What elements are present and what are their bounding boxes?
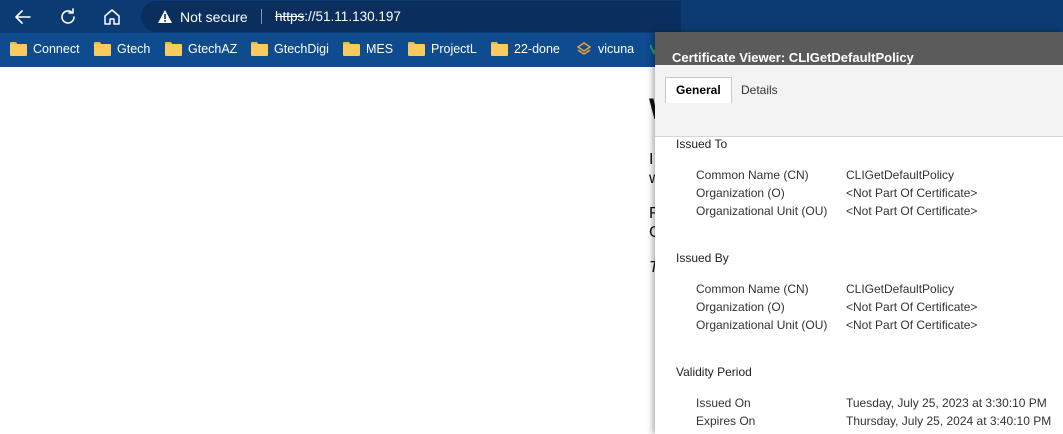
arrow-left-icon xyxy=(15,10,31,24)
folder-icon xyxy=(251,41,268,56)
url-text[interactable]: https://51.11.130.197 xyxy=(275,1,401,32)
security-indicator[interactable]: Not secure xyxy=(157,1,248,32)
issued-to-heading: Issued To xyxy=(676,137,728,151)
browser-toolbar: Not secure https://51.11.130.197 xyxy=(0,0,1063,33)
bookmark-mes[interactable]: MES xyxy=(343,33,393,64)
bookmark-label: 22-done xyxy=(514,41,560,56)
folder-icon xyxy=(343,41,360,56)
bookmark-label: GtechAZ xyxy=(188,41,238,56)
issued-on-label: Issued On xyxy=(696,396,751,410)
bookmark-label: Connect xyxy=(33,41,80,56)
bookmark-gtechaz[interactable]: GtechAZ xyxy=(165,33,237,64)
bookmark-connect[interactable]: Connect xyxy=(10,33,80,64)
bookmark-projectl[interactable]: ProjectL xyxy=(408,33,477,64)
folder-icon xyxy=(94,41,111,56)
back-button[interactable] xyxy=(10,4,36,30)
bookmark-label: MES xyxy=(366,41,394,56)
folder-icon xyxy=(10,41,27,56)
bookmark-gtech[interactable]: Gtech xyxy=(94,33,150,64)
home-icon xyxy=(104,9,120,25)
issued-to-cn-label: Common Name (CN) xyxy=(696,168,809,182)
page-text-fragment: I xyxy=(649,151,654,168)
bookmark-label: Gtech xyxy=(117,41,151,56)
bookmark-22-done[interactable]: 22-done xyxy=(491,33,560,64)
url-host: ://51.11.130.197 xyxy=(304,9,401,24)
issued-to-o-label: Organization (O) xyxy=(696,186,785,200)
dialog-tabstrip: General Details xyxy=(655,65,1063,137)
bookmark-vicuna[interactable]: vicuna xyxy=(576,33,634,64)
warning-icon xyxy=(158,10,172,23)
address-bar[interactable]: Not secure https://51.11.130.197 xyxy=(141,1,681,32)
folder-icon xyxy=(491,41,508,56)
certificate-viewer-dialog: Certificate Viewer: CLIGetDefaultPolicy … xyxy=(655,32,1063,434)
issued-by-cn-label: Common Name (CN) xyxy=(696,282,809,296)
dialog-titlebar[interactable]: Certificate Viewer: CLIGetDefaultPolicy xyxy=(655,32,1063,65)
layers-icon xyxy=(576,41,592,55)
folder-icon xyxy=(165,41,182,56)
expires-on-label: Expires On xyxy=(696,414,756,428)
security-label: Not secure xyxy=(180,8,248,25)
home-button[interactable] xyxy=(99,4,125,30)
issued-by-ou-value: <Not Part Of Certificate> xyxy=(846,318,978,332)
issued-to-ou-label: Organizational Unit (OU) xyxy=(696,204,828,218)
issued-to-ou-value: <Not Part Of Certificate> xyxy=(846,204,978,218)
issued-on-value: Tuesday, July 25, 2023 at 3:30:10 PM xyxy=(846,396,1047,410)
issued-by-ou-label: Organizational Unit (OU) xyxy=(696,318,828,332)
bookmark-label: ProjectL xyxy=(431,41,477,56)
expires-on-value: Thursday, July 25, 2024 at 3:40:10 PM xyxy=(846,414,1052,428)
tab-general[interactable]: General xyxy=(665,77,732,103)
bookmark-label: vicuna xyxy=(598,41,635,56)
issued-to-cn-value: CLIGetDefaultPolicy xyxy=(846,168,955,182)
issued-by-o-value: <Not Part Of Certificate> xyxy=(846,300,978,314)
omnibox-divider xyxy=(261,9,262,24)
issued-to-o-value: <Not Part Of Certificate> xyxy=(846,186,978,200)
issued-by-heading: Issued By xyxy=(676,251,729,265)
dialog-title: Certificate Viewer: CLIGetDefaultPolicy xyxy=(672,50,914,65)
issued-by-o-label: Organization (O) xyxy=(696,300,785,314)
issued-by-cn-value: CLIGetDefaultPolicy xyxy=(846,282,955,296)
tab-details[interactable]: Details xyxy=(731,78,788,103)
validity-period-heading: Validity Period xyxy=(676,365,752,379)
reload-icon xyxy=(61,8,75,24)
bookmark-gtechdigi[interactable]: GtechDigi xyxy=(251,33,329,64)
bookmark-label: GtechDigi xyxy=(274,41,329,56)
folder-icon xyxy=(408,41,425,56)
url-scheme: https xyxy=(275,9,305,24)
reload-button[interactable] xyxy=(55,4,81,30)
